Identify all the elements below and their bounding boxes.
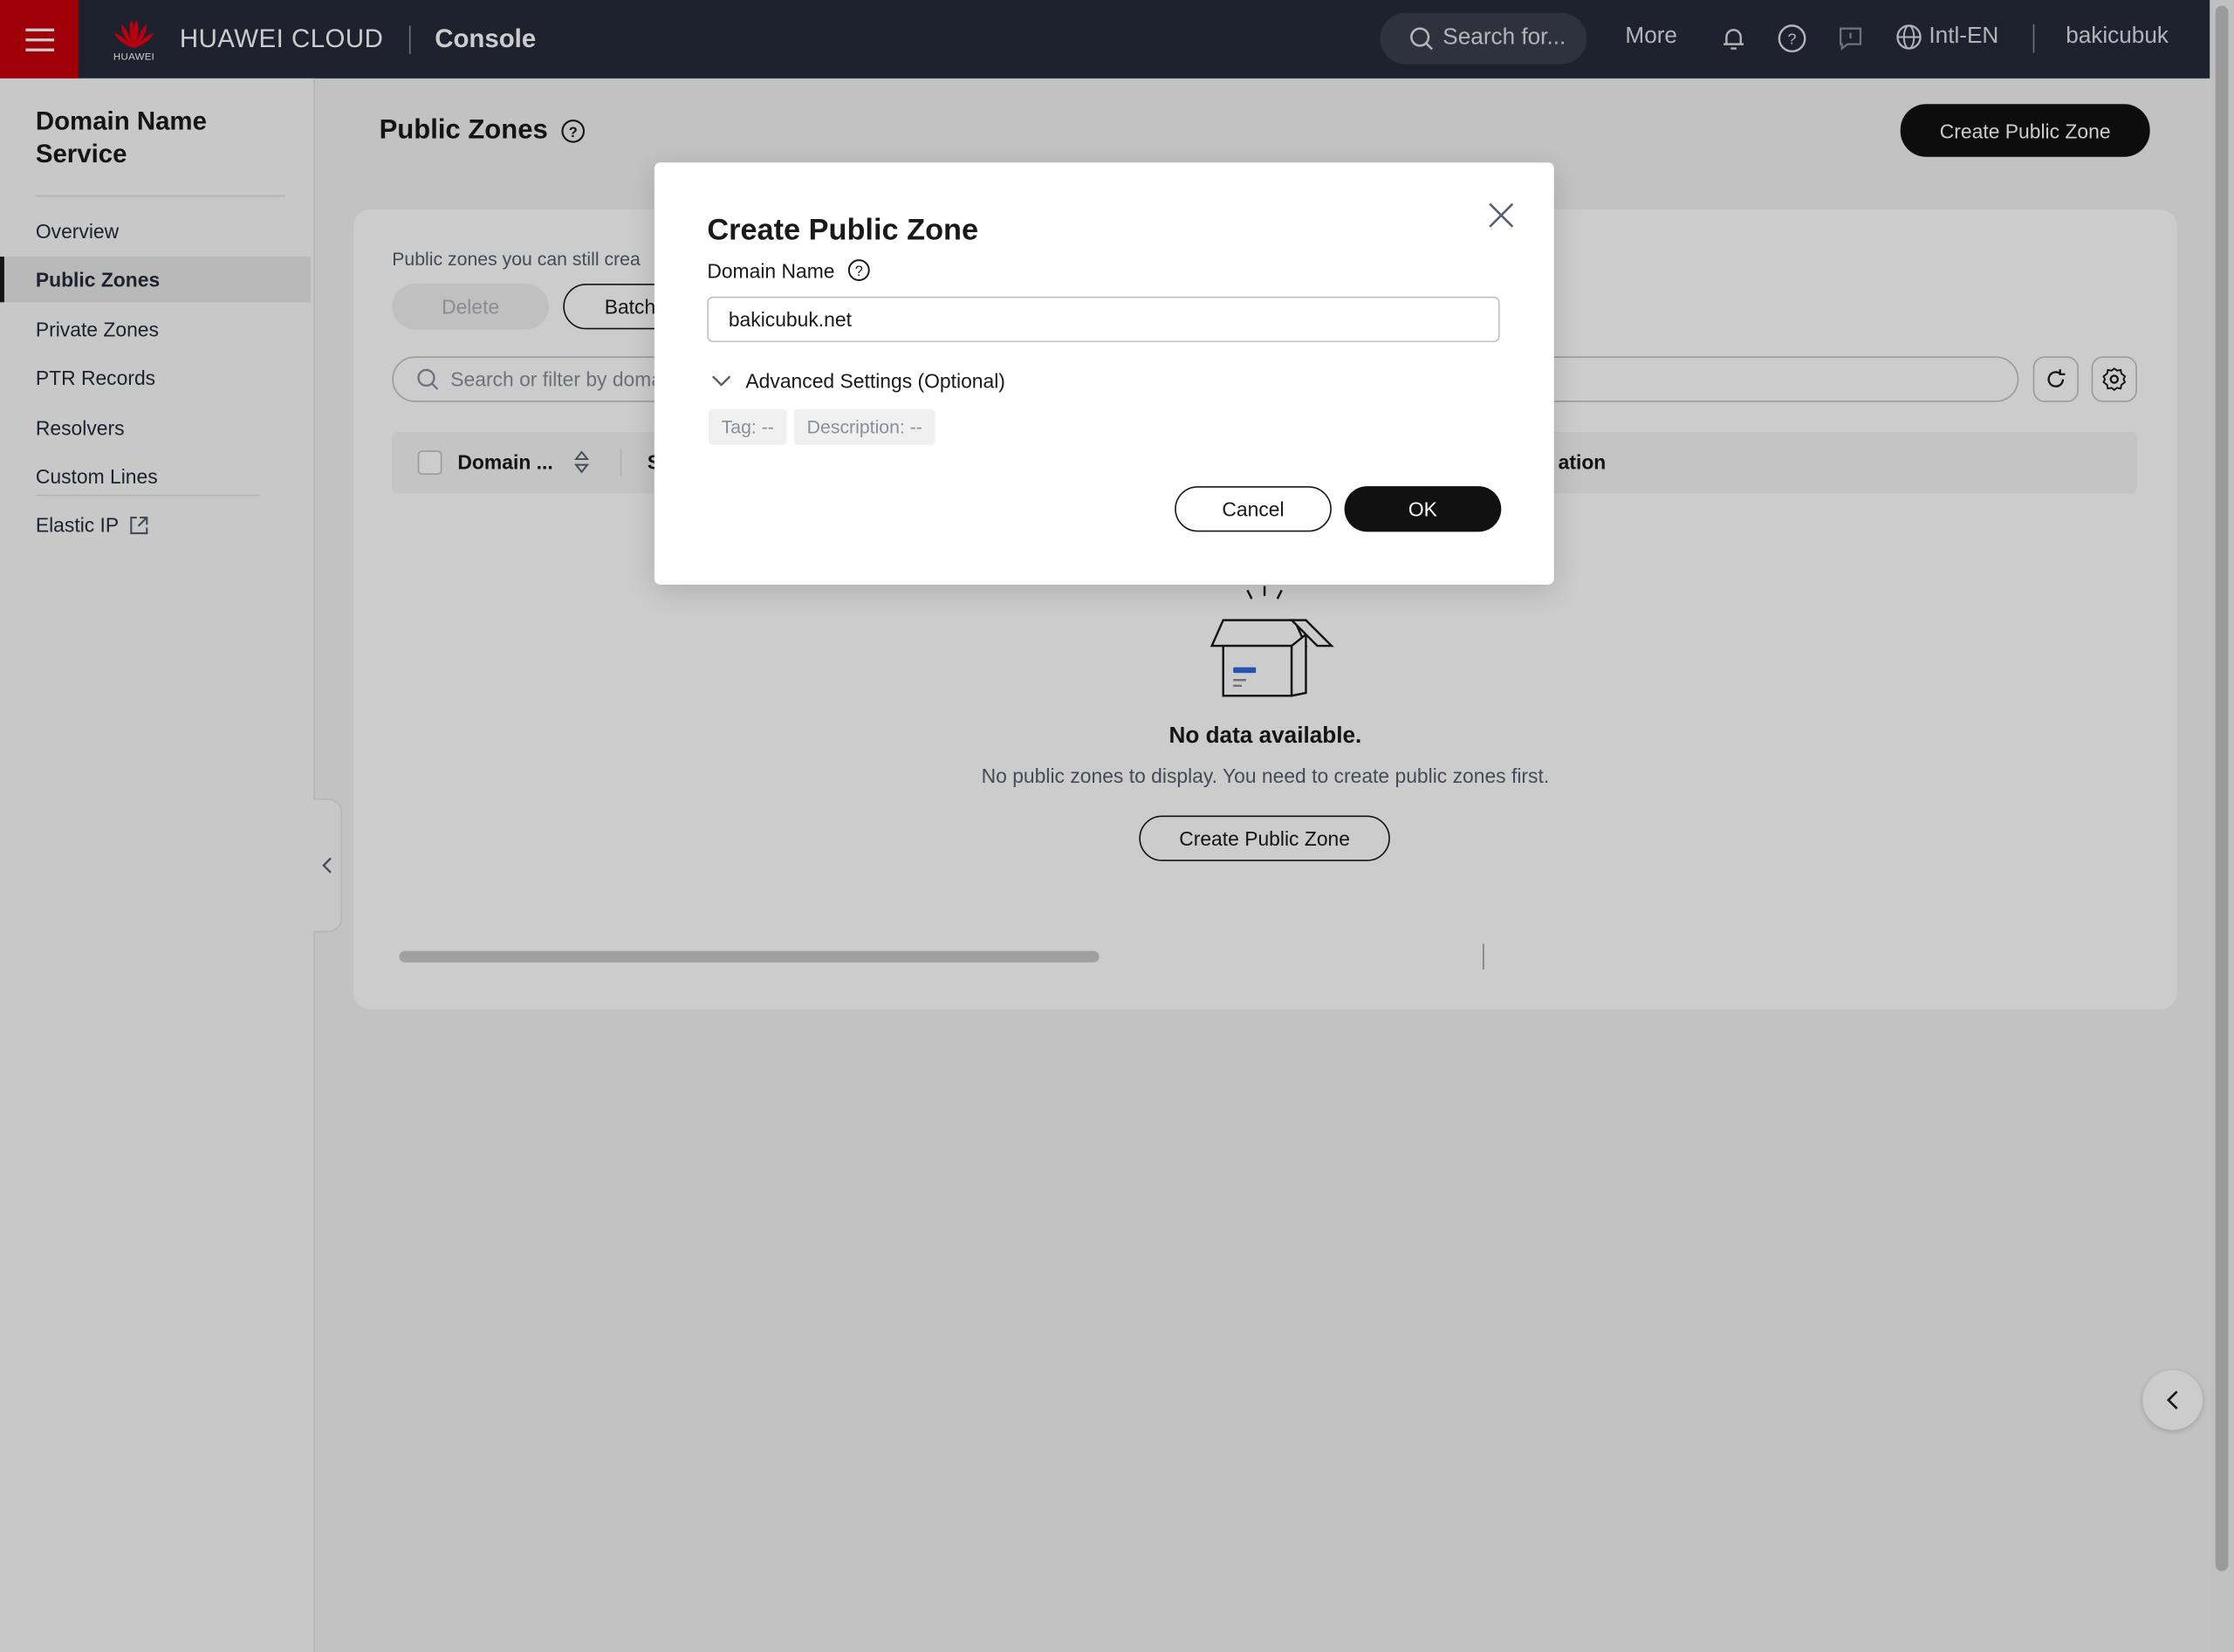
domain-name-label-text: Domain Name: [707, 258, 835, 282]
domain-name-input[interactable]: [707, 296, 1500, 343]
dialog-title: Create Public Zone: [707, 214, 979, 247]
help-icon[interactable]: ?: [847, 258, 872, 283]
close-icon[interactable]: [1487, 201, 1516, 230]
advanced-settings-label: Advanced Settings (Optional): [745, 369, 1005, 393]
tag-chip: Tag: --: [708, 408, 787, 445]
chevron-down-icon: [712, 375, 731, 387]
ok-button[interactable]: OK: [1344, 486, 1502, 532]
stage: HUAWEI HUAWEI CLOUD Console Search for..…: [0, 0, 2234, 1652]
create-public-zone-dialog: Create Public Zone Domain Name ? Advance…: [654, 162, 1554, 585]
cancel-button[interactable]: Cancel: [1175, 486, 1332, 532]
domain-name-label: Domain Name ?: [707, 258, 872, 283]
screen: HUAWEI HUAWEI CLOUD Console Search for..…: [0, 0, 2234, 1652]
svg-text:?: ?: [856, 264, 864, 279]
description-chip: Description: --: [793, 408, 935, 445]
advanced-settings-toggle[interactable]: Advanced Settings (Optional): [711, 369, 1005, 392]
